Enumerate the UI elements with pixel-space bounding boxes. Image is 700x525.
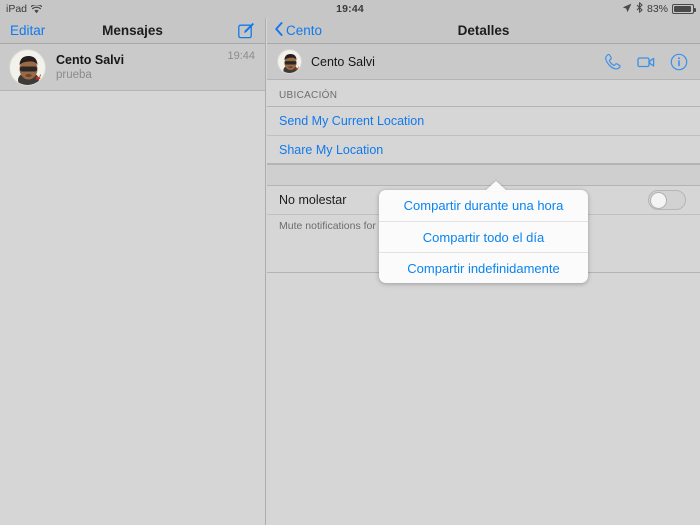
details-title: Detalles: [457, 23, 510, 38]
contact-name: Cento Salvi: [311, 54, 375, 69]
contact-name: Cento Salvi: [56, 52, 125, 67]
share-location-popover: Compartir durante una hora Compartir tod…: [379, 190, 588, 283]
page-title: Mensajes: [102, 23, 163, 38]
avatar: [9, 48, 46, 86]
phone-icon[interactable]: [604, 53, 622, 71]
contact-header-row[interactable]: Cento Salvi: [267, 44, 700, 80]
list-item[interactable]: Cento Salvi prueba 19:44: [0, 44, 265, 91]
send-my-current-location-button[interactable]: Send My Current Location: [267, 107, 700, 135]
status-bar-right: 83%: [622, 2, 700, 16]
messages-list-pane: Editar Mensajes Cento Salvi prueba 19:44: [0, 18, 266, 525]
share-my-location-button[interactable]: Share My Location: [267, 135, 700, 163]
do-not-disturb-toggle[interactable]: [648, 190, 686, 210]
section-gap: [267, 164, 700, 186]
bluetooth-icon: [636, 2, 643, 16]
messages-navigation-bar: Editar Mensajes: [0, 18, 265, 44]
ipad-messages-screen: iPad 19:44 83% Editar Mensajes Cento Sal…: [0, 0, 700, 525]
info-icon[interactable]: [670, 53, 688, 71]
battery-icon: [672, 4, 696, 14]
toggle-knob: [650, 192, 667, 209]
popover-arrow: [485, 181, 507, 191]
list-item-text: Cento Salvi prueba: [46, 53, 227, 82]
contact-action-buttons: [604, 53, 688, 71]
popover-option-indefinitely[interactable]: Compartir indefinidamente: [379, 252, 588, 283]
section-header-location: UBICACIÓN: [279, 90, 338, 101]
avatar: [277, 49, 302, 74]
do-not-disturb-label: No molestar: [279, 193, 347, 207]
details-navigation-bar: Cento Detalles: [267, 18, 700, 44]
status-bar: iPad 19:44 83%: [0, 0, 700, 18]
facetime-video-icon[interactable]: [637, 53, 655, 71]
location-options-group: Send My Current Location Share My Locati…: [267, 106, 700, 164]
location-arrow-icon: [622, 3, 632, 16]
status-bar-clock: 19:44: [336, 3, 364, 15]
popover-option-all-day[interactable]: Compartir todo el día: [379, 221, 588, 252]
compose-icon[interactable]: [238, 22, 255, 39]
timestamp: 19:44: [227, 50, 255, 62]
message-preview: prueba: [56, 68, 92, 81]
popover-option-one-hour[interactable]: Compartir durante una hora: [379, 190, 588, 221]
battery-percent-label: 83%: [646, 3, 668, 15]
